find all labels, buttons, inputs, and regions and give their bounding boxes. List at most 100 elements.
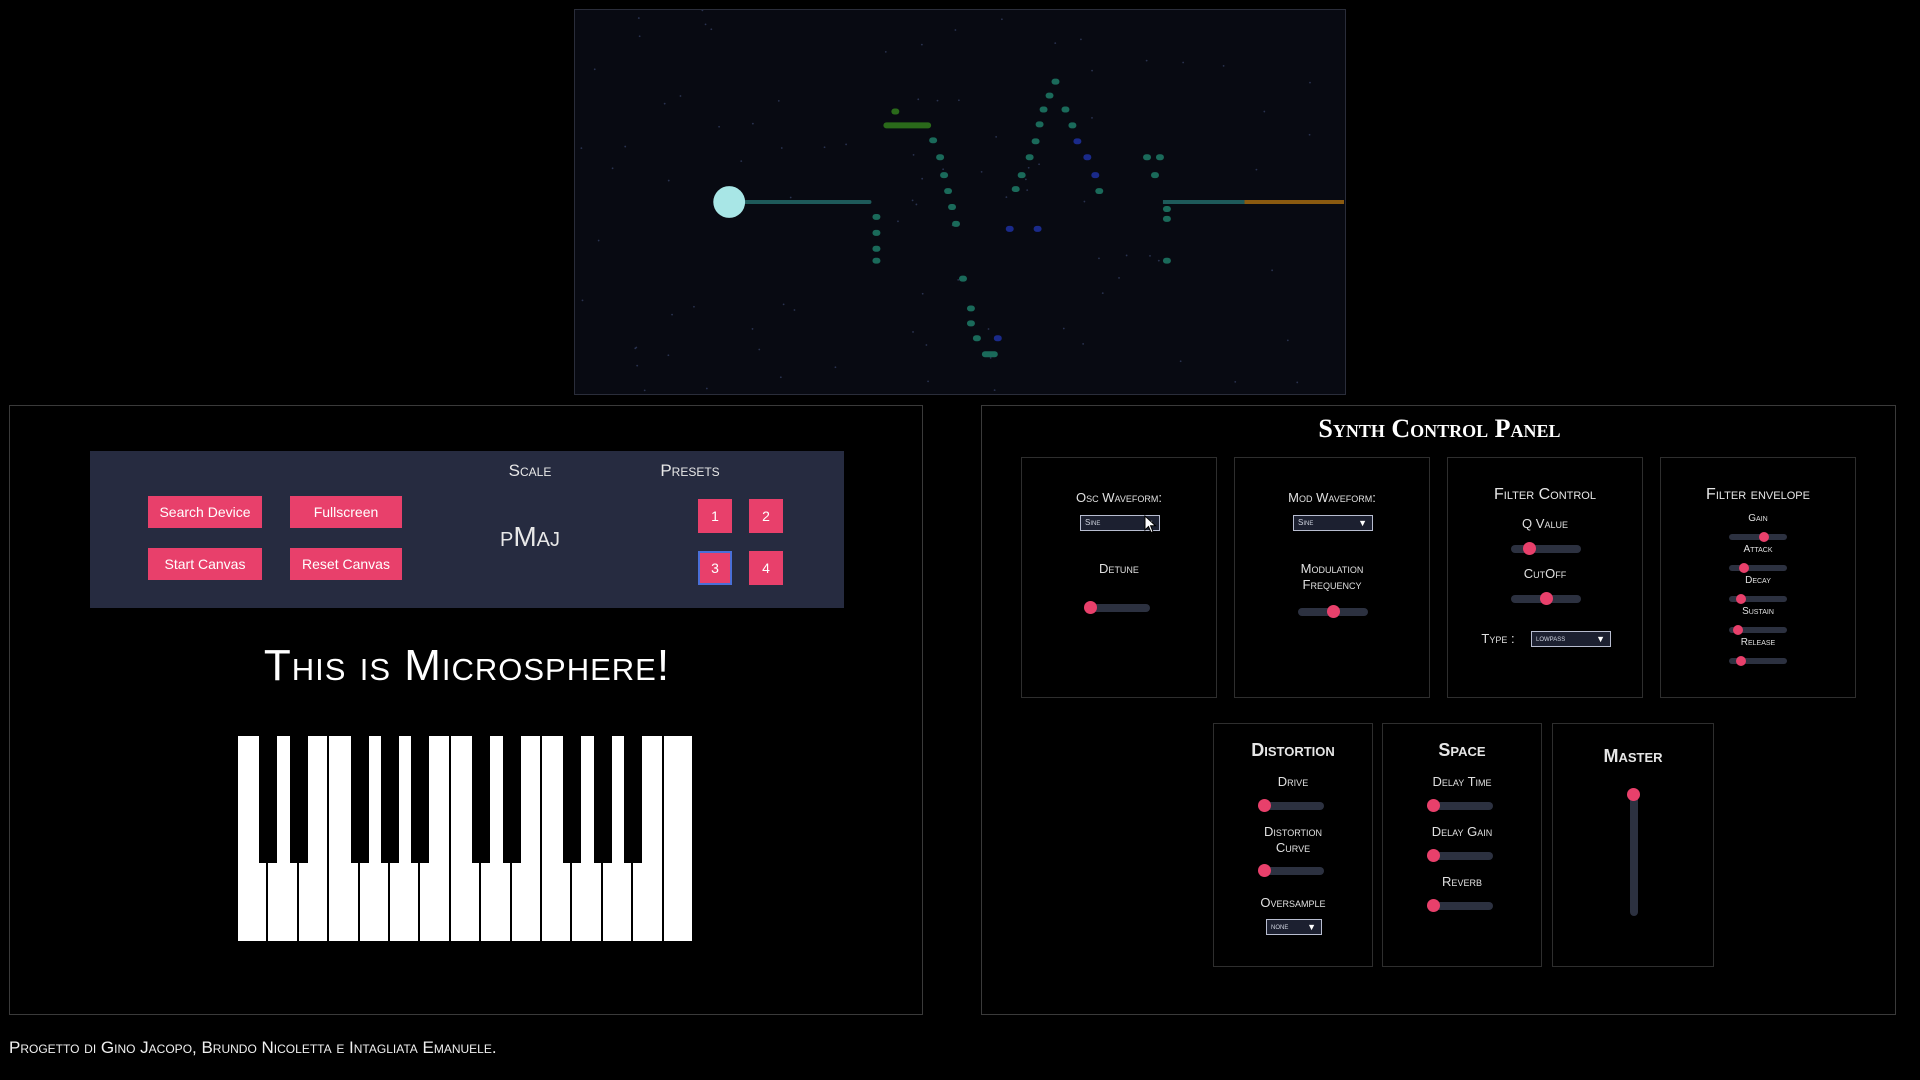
star-dot <box>663 102 666 105</box>
star-dot <box>1182 61 1185 64</box>
slider-thumb[interactable] <box>1758 532 1769 542</box>
cutoff-slider[interactable] <box>1511 592 1581 605</box>
preset-button-1[interactable]: 1 <box>698 499 732 533</box>
chevron-down-icon: ▼ <box>1596 634 1605 644</box>
attack-slider[interactable] <box>1729 563 1787 573</box>
slider-thumb[interactable] <box>1522 542 1536 555</box>
wave-dash <box>872 213 881 220</box>
piano-keyboard[interactable] <box>238 736 694 941</box>
wave-dash <box>1151 172 1159 179</box>
wave-dash <box>1035 121 1044 128</box>
distortion-curve-label-1: Distortion <box>1263 824 1323 839</box>
star-dot <box>1222 65 1225 67</box>
star-dot <box>671 313 673 316</box>
slider-thumb[interactable] <box>1735 594 1746 604</box>
slider-thumb[interactable] <box>1735 656 1746 666</box>
piano-black-key[interactable] <box>350 736 369 863</box>
distortion-curve-slider[interactable] <box>1258 864 1324 877</box>
search-device-button[interactable]: Search Device <box>148 496 262 528</box>
modulation-frequency-slider[interactable] <box>1298 605 1368 618</box>
slider-thumb[interactable] <box>1738 563 1749 573</box>
slider-thumb[interactable] <box>1732 625 1743 635</box>
preset-button-3[interactable]: 3 <box>698 551 732 585</box>
piano-white-key[interactable] <box>663 736 694 941</box>
preset-button-2[interactable]: 2 <box>749 499 783 533</box>
star-dot <box>758 348 761 351</box>
delay-gain-slider[interactable] <box>1427 849 1493 862</box>
piano-black-key[interactable] <box>411 736 430 863</box>
visualizer-canvas[interactable] <box>574 9 1346 395</box>
star-dot <box>643 389 646 392</box>
star-dot <box>921 292 924 295</box>
delay-time-slider[interactable] <box>1427 799 1493 812</box>
wave-dash <box>993 335 1002 342</box>
piano-black-key[interactable] <box>563 736 582 863</box>
piano-black-key[interactable] <box>381 736 399 863</box>
distortion-curve-label-2: Curve <box>1275 840 1311 855</box>
star-dot <box>597 239 600 242</box>
slider-thumb[interactable] <box>1258 799 1271 812</box>
star-dot <box>593 68 596 71</box>
fullscreen-button[interactable]: Fullscreen <box>290 496 402 528</box>
star-dot <box>995 135 998 138</box>
wave-dash <box>883 122 932 129</box>
detune-slider[interactable] <box>1084 601 1150 614</box>
start-canvas-button[interactable]: Start Canvas <box>148 548 262 580</box>
star-dot <box>1005 196 1008 199</box>
oversample-label: Oversample <box>1260 895 1326 910</box>
star-dot <box>1255 168 1258 171</box>
star-dot <box>782 303 785 306</box>
slider-thumb[interactable] <box>1627 788 1640 801</box>
slider-thumb[interactable] <box>1427 849 1440 862</box>
piano-black-key[interactable] <box>472 736 491 863</box>
star-dot <box>1000 18 1003 21</box>
star-dot <box>884 50 887 53</box>
slider-thumb[interactable] <box>1427 799 1440 812</box>
slider-thumb[interactable] <box>1427 899 1440 912</box>
star-dot <box>624 145 627 148</box>
master-volume-slider[interactable] <box>1627 788 1640 916</box>
star-dot <box>793 309 796 311</box>
slider-thumb[interactable] <box>1084 601 1097 614</box>
drive-label: Drive <box>1277 774 1309 789</box>
star-dot <box>1271 269 1274 272</box>
piano-black-key[interactable] <box>624 736 643 863</box>
drive-slider[interactable] <box>1258 799 1324 812</box>
preset-button-4[interactable]: 4 <box>749 551 783 585</box>
reset-canvas-button[interactable]: Reset Canvas <box>290 548 402 580</box>
star-dot <box>751 122 754 125</box>
wave-dash <box>1005 225 1014 232</box>
scale-label: Scale <box>508 461 552 480</box>
star-dot <box>779 376 782 379</box>
mod-waveform-select[interactable]: Sine ▼ <box>1293 515 1373 531</box>
star-dot <box>1234 380 1237 383</box>
slider-thumb[interactable] <box>1327 605 1340 618</box>
oversample-select[interactable]: none ▼ <box>1266 919 1322 935</box>
synth-control-panel: Synth Control Panel Osc Waveform: Sine ▼… <box>981 405 1896 1015</box>
piano-black-key[interactable] <box>502 736 521 863</box>
star-dot <box>667 179 670 182</box>
star-dot <box>915 203 918 206</box>
star-dot <box>993 389 996 392</box>
piano-black-key[interactable] <box>593 736 612 863</box>
chevron-down-icon: ▼ <box>1358 518 1367 528</box>
piano-black-key[interactable] <box>289 736 308 863</box>
wave-dash <box>1068 122 1077 129</box>
release-slider[interactable] <box>1729 656 1787 666</box>
decay-slider[interactable] <box>1729 594 1787 604</box>
star-dot <box>1308 133 1311 136</box>
sustain-slider[interactable] <box>1729 625 1787 635</box>
reverb-slider[interactable] <box>1427 899 1493 912</box>
star-dot <box>912 331 914 333</box>
wave-dash <box>872 229 881 236</box>
piano-black-key[interactable] <box>259 736 278 863</box>
star-dot <box>636 364 639 367</box>
filter-type-select[interactable]: lowpass ▼ <box>1531 631 1611 647</box>
slider-thumb[interactable] <box>1540 592 1553 605</box>
distortion-card: Distortion Drive Distortion Curve Oversa… <box>1213 723 1373 967</box>
q-value-slider[interactable] <box>1511 542 1581 555</box>
star-dot <box>780 147 783 149</box>
osc-card: Osc Waveform: Sine ▼ Detune <box>1021 457 1217 698</box>
gain-slider[interactable] <box>1729 532 1787 542</box>
slider-thumb[interactable] <box>1258 864 1271 877</box>
